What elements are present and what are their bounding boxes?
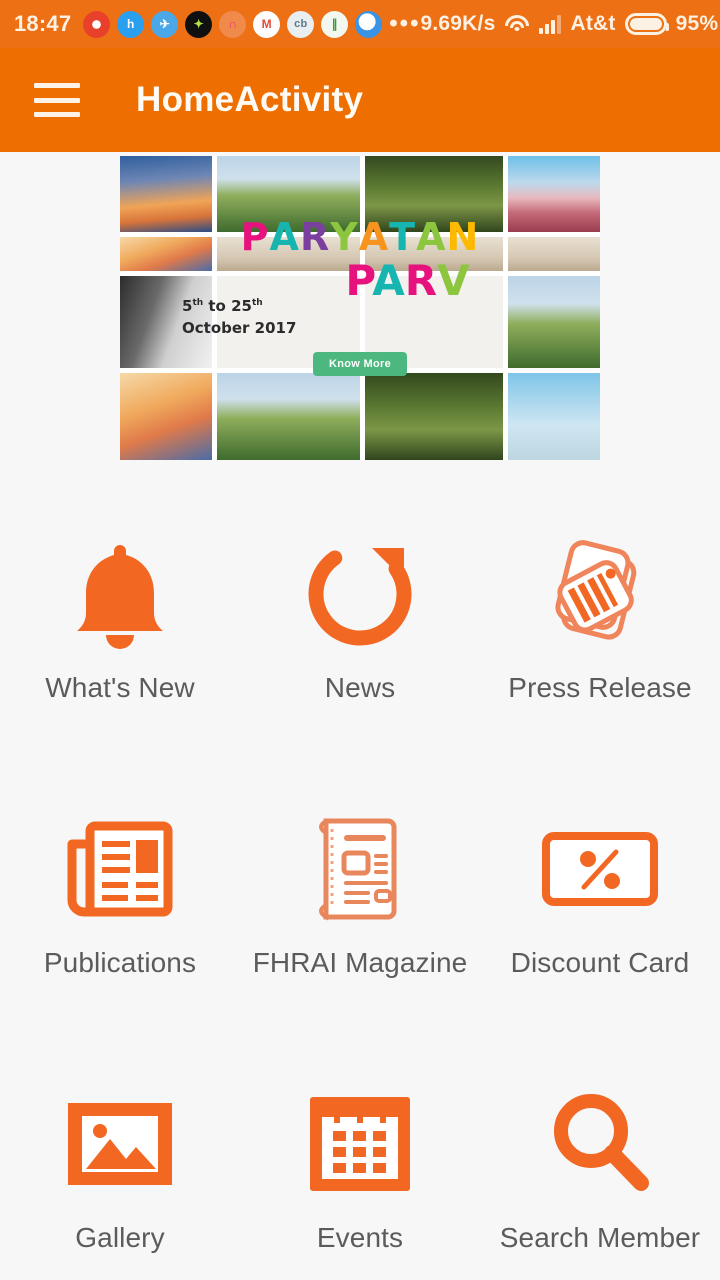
- know-more-button[interactable]: Know More: [313, 352, 407, 376]
- feature-grid: What's New News Press Release Publicatio…: [0, 508, 720, 1280]
- messenger-icon: [355, 10, 383, 38]
- app-bar: HomeActivity: [0, 48, 720, 152]
- collage-tile: [364, 372, 503, 460]
- banner-date-month: October 2017: [182, 318, 297, 337]
- feature-label: Press Release: [508, 672, 692, 703]
- wifi-icon: [504, 14, 530, 34]
- feature-publications[interactable]: Publications: [0, 783, 240, 1058]
- feature-label: What's New: [45, 672, 195, 703]
- feature-press-release[interactable]: Press Release: [480, 508, 720, 783]
- music-icon: ∩: [219, 10, 247, 38]
- feature-label: Discount Card: [510, 947, 690, 978]
- banner-title-line1: PARYATAN: [240, 215, 480, 259]
- gmail-icon: M: [253, 10, 281, 38]
- promo-banner[interactable]: PARYATAN PARV 5th to 25th October 2017 K…: [120, 156, 600, 460]
- status-bar: 18:47 h ✈ ✦ ∩ M cb ∥ ••• 9.69K/s At&t 95…: [0, 0, 720, 48]
- notification-icon-tray: h ✈ ✦ ∩ M cb ∥ •••: [83, 10, 421, 38]
- magazine-icon: [302, 803, 418, 935]
- banner-text-block: PARYATAN PARV: [120, 218, 600, 302]
- banner-date-range: 5th to 25th: [182, 297, 263, 315]
- calendar-icon: [302, 1078, 418, 1210]
- chrome-icon: [83, 10, 111, 38]
- feature-search-member[interactable]: Search Member: [480, 1058, 720, 1280]
- feature-label: News: [324, 672, 396, 703]
- battery-icon: [624, 13, 669, 35]
- network-speed: 9.69K/s: [420, 12, 496, 35]
- refresh-icon: [300, 528, 420, 660]
- banner-container: PARYATAN PARV 5th to 25th October 2017 K…: [0, 152, 720, 460]
- feature-label: Events: [316, 1222, 404, 1253]
- newspaper-icon: [60, 803, 180, 935]
- feature-label: Gallery: [75, 1222, 165, 1253]
- telegram-icon: ✈: [151, 10, 179, 38]
- status-right-group: 9.69K/s At&t 95%: [421, 12, 719, 36]
- feature-gallery[interactable]: Gallery: [0, 1058, 240, 1280]
- collage-tile: [217, 372, 360, 460]
- hike-icon: h: [117, 10, 145, 38]
- feature-fhrai-magazine[interactable]: FHRAI Magazine: [240, 783, 480, 1058]
- signal-bars-icon: [539, 14, 562, 34]
- hike-green-icon: ∥: [321, 10, 349, 38]
- feature-whats-new[interactable]: What's New: [0, 508, 240, 783]
- tags-icon: [540, 528, 660, 660]
- status-time: 18:47: [14, 11, 72, 36]
- banner-dates: 5th to 25th October 2017: [182, 296, 296, 340]
- collage-tile: [120, 372, 213, 460]
- image-icon: [60, 1078, 180, 1210]
- main-content: PARYATAN PARV 5th to 25th October 2017 K…: [0, 152, 720, 1280]
- snapchat-icon: ✦: [185, 10, 213, 38]
- page-title: HomeActivity: [136, 80, 364, 119]
- feature-label: Search Member: [499, 1222, 701, 1253]
- collage-tile: [507, 372, 600, 460]
- feature-label: FHRAI Magazine: [252, 947, 468, 978]
- hamburger-menu-icon[interactable]: [34, 83, 80, 117]
- carrier-label: At&t: [570, 12, 616, 35]
- battery-percent: 95%: [675, 12, 719, 35]
- cricbuzz-icon: cb: [287, 10, 315, 38]
- more-dots-icon: •••: [389, 10, 421, 37]
- feature-label: Publications: [43, 947, 197, 978]
- bell-icon: [65, 528, 175, 660]
- feature-events[interactable]: Events: [240, 1058, 480, 1280]
- feature-news[interactable]: News: [240, 508, 480, 783]
- percent-card-icon: [538, 803, 662, 935]
- magnifier-icon: [541, 1078, 659, 1210]
- feature-discount-card[interactable]: Discount Card: [480, 783, 720, 1058]
